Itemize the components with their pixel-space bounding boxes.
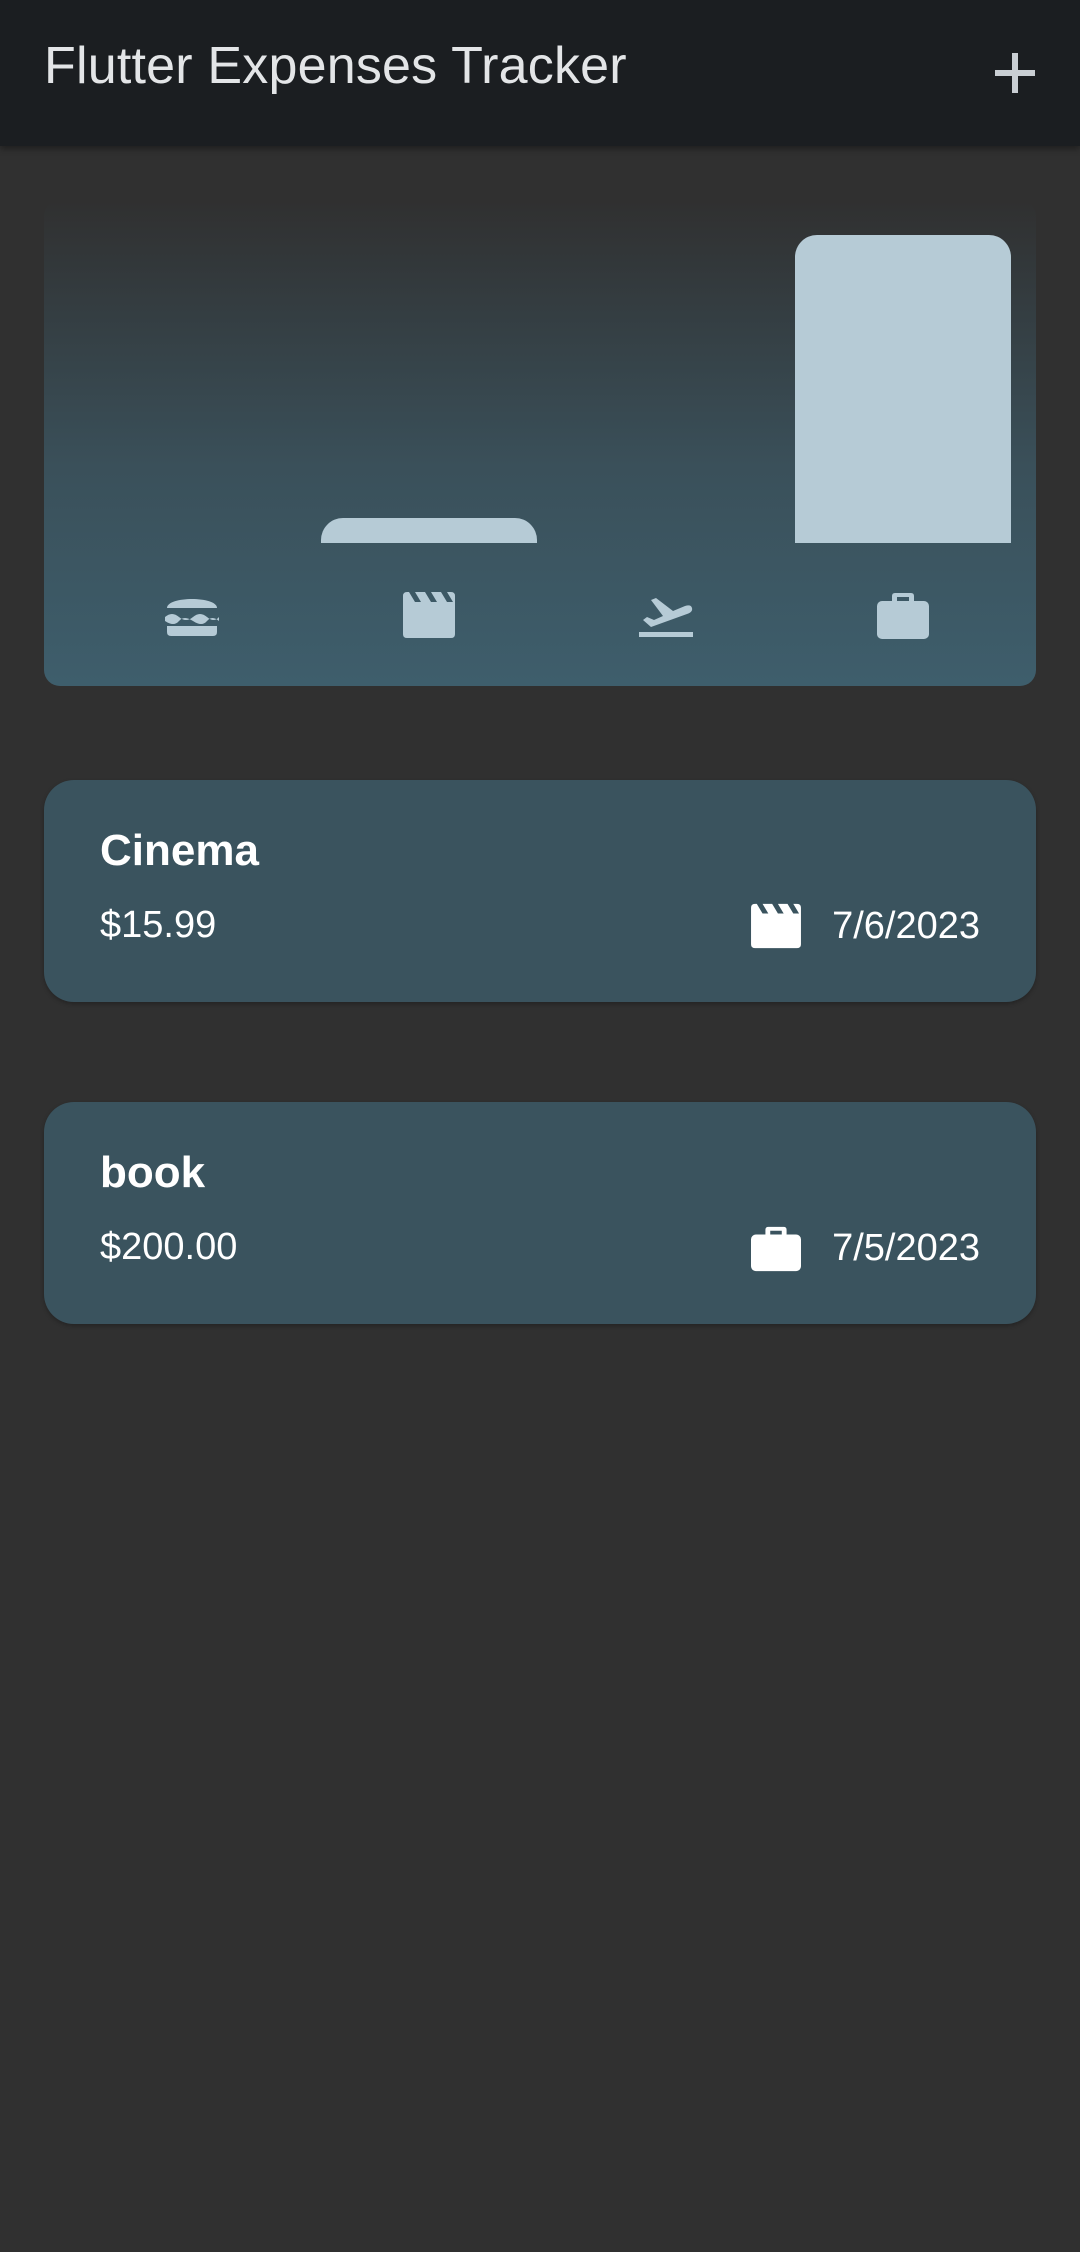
expense-meta: 7/6/2023	[748, 898, 980, 954]
expense-amount: $15.99	[100, 904, 217, 946]
hamburger-icon	[165, 599, 219, 636]
chart-bar-leisure	[321, 518, 537, 543]
chart-bar-work	[795, 235, 1011, 543]
expense-title: Cinema	[100, 826, 259, 875]
expenses-chart	[44, 200, 1036, 686]
chart-bars-area	[44, 200, 1036, 543]
movie-clapper-icon	[748, 898, 804, 954]
expense-item-book[interactable]: book $200.00 7/5/2023	[44, 1102, 1036, 1324]
app-title: Flutter Expenses Tracker	[44, 37, 627, 95]
flight-takeoff-icon	[639, 598, 693, 637]
app-bar: Flutter Expenses Tracker	[0, 0, 1080, 146]
movie-clapper-icon	[403, 592, 455, 638]
plus-icon	[995, 53, 1035, 93]
expense-meta: 7/5/2023	[748, 1220, 980, 1276]
briefcase-icon	[877, 593, 929, 639]
expense-title: book	[100, 1148, 206, 1197]
expense-item-cinema[interactable]: Cinema $15.99 7/6/2023	[44, 780, 1036, 1002]
briefcase-icon	[748, 1220, 804, 1276]
chart-category-work	[795, 580, 1011, 650]
chart-category-food	[84, 580, 300, 650]
expense-amount: $200.00	[100, 1226, 238, 1268]
chart-category-travel	[558, 580, 774, 650]
chart-category-leisure	[321, 580, 537, 650]
expense-date: 7/5/2023	[832, 1226, 980, 1269]
expense-date: 7/6/2023	[832, 904, 980, 947]
add-expense-button[interactable]	[970, 28, 1060, 118]
